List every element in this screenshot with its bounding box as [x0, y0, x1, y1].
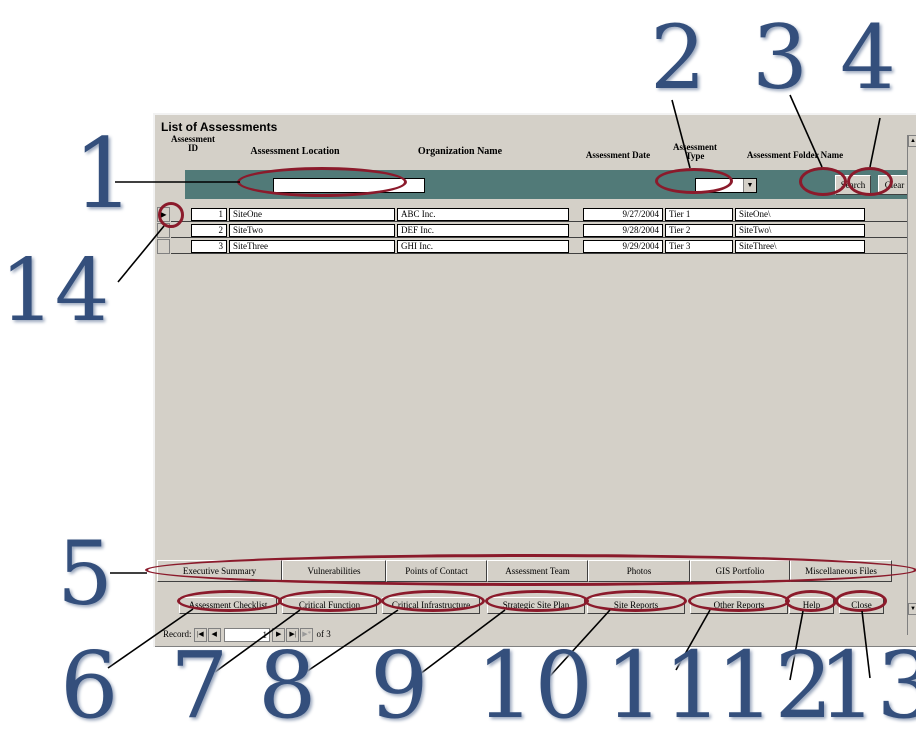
callout-number: 3 [752, 6, 808, 109]
callout-number: 4 [840, 6, 896, 109]
callout-number: 12 [716, 632, 834, 739]
callout-number: 6 [60, 632, 119, 739]
callout-number: 11 [605, 632, 723, 739]
callout-number: 13 [818, 632, 916, 739]
callout-number: 9 [370, 632, 429, 739]
callout-number: 8 [258, 632, 317, 739]
callout-number: 2 [650, 6, 706, 109]
callout-number: 5 [57, 522, 113, 625]
callout-number: 14 [0, 241, 110, 341]
callout-number: 1 [73, 118, 135, 230]
callout-number: 10 [476, 632, 594, 739]
callout-number: 7 [170, 632, 229, 739]
